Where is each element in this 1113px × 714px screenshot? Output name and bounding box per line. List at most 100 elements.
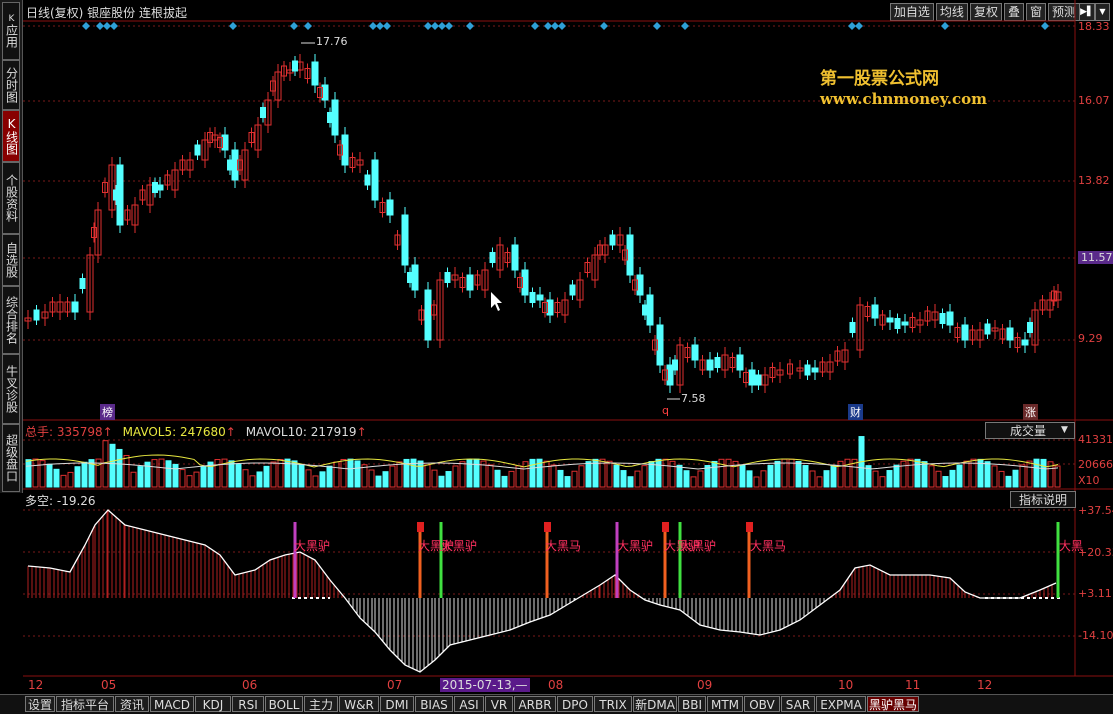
bottom-tab[interactable]: RSI — [232, 696, 264, 712]
bottom-tab[interactable]: BOLL — [265, 696, 303, 712]
candle-body — [292, 60, 298, 72]
bottom-tab[interactable]: 主力 — [304, 696, 338, 712]
volume-bar — [984, 461, 991, 488]
bottom-tab[interactable]: ASI — [454, 696, 484, 712]
indicator-help-button[interactable]: 指标说明 — [1010, 491, 1076, 508]
candle-body — [424, 289, 432, 341]
candle-body — [886, 317, 894, 323]
volume-bar — [165, 460, 172, 488]
volume-bar — [368, 469, 375, 488]
event-marker[interactable]: 财 — [848, 404, 863, 420]
bottom-tab[interactable]: 新DMA — [633, 696, 677, 712]
volume-bar — [396, 461, 403, 488]
date-cursor-label: 2015-07-13,— — [440, 678, 530, 692]
volume-bar — [928, 465, 935, 488]
candle-body — [1021, 339, 1029, 346]
signal-diamond — [600, 22, 608, 30]
event-marker[interactable]: 涨 — [1023, 404, 1038, 420]
bottom-tab[interactable]: MACD — [150, 696, 194, 712]
volume-bar — [571, 470, 578, 488]
volume-bar — [676, 464, 683, 488]
bottom-tab[interactable]: SAR — [781, 696, 815, 712]
signal-label: 大黑驴 — [617, 539, 654, 553]
date-label: 05 — [101, 678, 117, 692]
signal-label: 大黑 — [1059, 539, 1084, 553]
price-axis-label: 13.82 — [1078, 174, 1110, 187]
candle-body — [386, 199, 394, 216]
bottom-tab[interactable]: 指标平台 — [56, 696, 114, 712]
candle-body — [71, 301, 79, 313]
candle-body — [260, 107, 266, 118]
candle-body — [194, 144, 201, 156]
signal-cap — [662, 522, 669, 532]
volume-bar — [270, 461, 277, 488]
volume-bar — [305, 469, 312, 488]
volume-bar — [179, 469, 186, 488]
volume-bar — [382, 471, 389, 488]
signal-label: 大黑驴 — [680, 539, 717, 553]
price-axis-label: 18.33 — [1078, 20, 1110, 33]
candle-body — [849, 322, 856, 333]
bottom-tab[interactable]: EXPMA — [816, 696, 866, 712]
bottom-tab[interactable]: DPO — [557, 696, 593, 712]
signal-cap — [544, 522, 551, 532]
event-marker[interactable]: 榜 — [100, 404, 115, 420]
signal-diamond — [304, 22, 312, 30]
signal-diamond — [551, 22, 559, 30]
volume-bar — [585, 461, 592, 488]
volume-bar — [550, 464, 557, 488]
bottom-tab[interactable]: TRIX — [594, 696, 632, 712]
bottom-tab[interactable]: MTM — [707, 696, 743, 712]
candle-body — [466, 274, 474, 291]
current-price-label: 11.57 — [1078, 251, 1113, 264]
event-marker[interactable]: q — [662, 404, 669, 417]
mouse-cursor-icon — [491, 292, 502, 311]
chevron-down-icon[interactable]: ▼ — [1061, 422, 1068, 439]
signal-diamond — [558, 22, 566, 30]
indicator-axis-label: +37.54 — [1078, 504, 1113, 517]
bottom-tab[interactable]: ARBR — [514, 696, 556, 712]
volume-bar — [620, 470, 627, 488]
volume-bar — [802, 465, 809, 488]
volume-bar — [1019, 464, 1026, 488]
bottom-tab[interactable]: BIAS — [415, 696, 453, 712]
signal-diamond — [466, 22, 474, 30]
bottom-tab[interactable]: 资讯 — [115, 696, 149, 712]
bottom-tab[interactable]: 黑驴黑马 — [867, 696, 919, 712]
volume-bar — [109, 443, 116, 488]
volume-bar — [557, 469, 564, 488]
indicator-axis-label: +3.11 — [1078, 587, 1112, 600]
candle-body — [939, 313, 946, 324]
signal-diamond — [290, 22, 298, 30]
volume-bar — [137, 466, 144, 488]
volume-bar — [445, 471, 452, 488]
candle-body — [706, 359, 714, 371]
bottom-tab[interactable]: VR — [485, 696, 513, 712]
bottom-tab[interactable]: 设置 — [25, 696, 55, 712]
candle-body — [691, 344, 699, 361]
candle-body — [327, 112, 333, 123]
signal-diamond — [681, 22, 689, 30]
price-axis-label: 16.07 — [1078, 94, 1110, 107]
bottom-tab[interactable]: DMI — [380, 696, 414, 712]
volume-bar — [935, 470, 942, 488]
bottom-tab[interactable]: BBI — [678, 696, 706, 712]
candle-body — [364, 174, 371, 186]
signal-diamond — [369, 22, 377, 30]
signal-diamond — [376, 22, 384, 30]
bottom-tab[interactable]: OBV — [744, 696, 780, 712]
volume-bar — [522, 461, 529, 488]
candle-body — [946, 311, 954, 326]
volume-bar — [130, 471, 137, 488]
bottom-tab[interactable]: KDJ — [195, 696, 231, 712]
volume-bar — [886, 470, 893, 488]
volume-bar — [361, 464, 368, 488]
volume-bar — [753, 476, 760, 488]
volume-bar — [760, 470, 767, 488]
volume-bar — [739, 464, 746, 488]
candle-body — [961, 324, 969, 341]
volume-bar — [459, 461, 466, 488]
signal-diamond — [531, 22, 539, 30]
bottom-tab[interactable]: W&R — [339, 696, 379, 712]
low-price-label: 7.58 — [681, 392, 706, 405]
